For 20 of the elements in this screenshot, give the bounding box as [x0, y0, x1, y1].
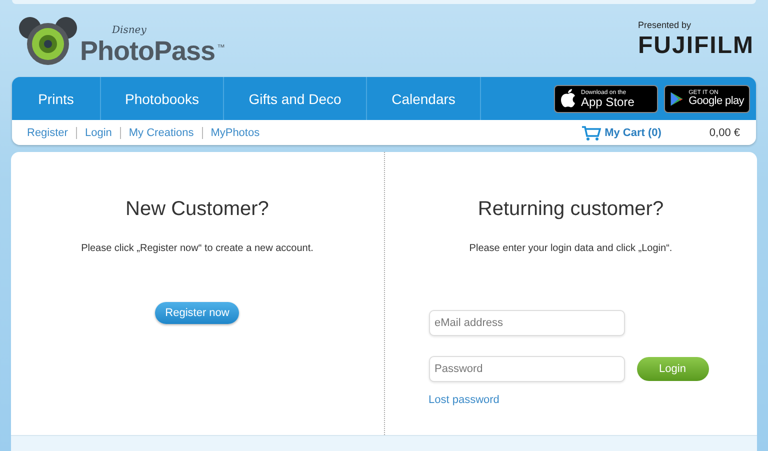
password-field[interactable]: Password [428, 356, 624, 382]
trademark-mark: ™ [217, 42, 226, 52]
sub-nav-link[interactable]: My Creations [120, 126, 202, 138]
sub-nav-link[interactable]: Register [19, 126, 76, 138]
section-title: Returning customer? [478, 198, 664, 221]
email-field[interactable]: eMail address [428, 310, 624, 336]
cart-total: 0,00 € [709, 126, 740, 138]
section-title: New Customer? [126, 198, 269, 221]
sponsor-logo: FUJIFILM [638, 34, 754, 58]
sponsor-caption: Presented by [638, 20, 692, 30]
logo-brand: Disney [112, 26, 148, 36]
sub-nav-link[interactable]: Login [76, 126, 120, 138]
logo-name: PhotoPass [80, 36, 216, 66]
lost-password-link[interactable]: Lost password [428, 394, 708, 406]
login-button[interactable]: Login [636, 357, 708, 381]
cart-link[interactable]: My Cart (0) [580, 124, 662, 140]
section-text: Please enter your login data and click „Login“. [469, 243, 672, 254]
register-button[interactable]: Register now [155, 302, 240, 324]
sub-nav-link[interactable]: MyPhotos [202, 126, 268, 138]
section-text: Please click „Register now“ to create a new account. [81, 243, 314, 254]
